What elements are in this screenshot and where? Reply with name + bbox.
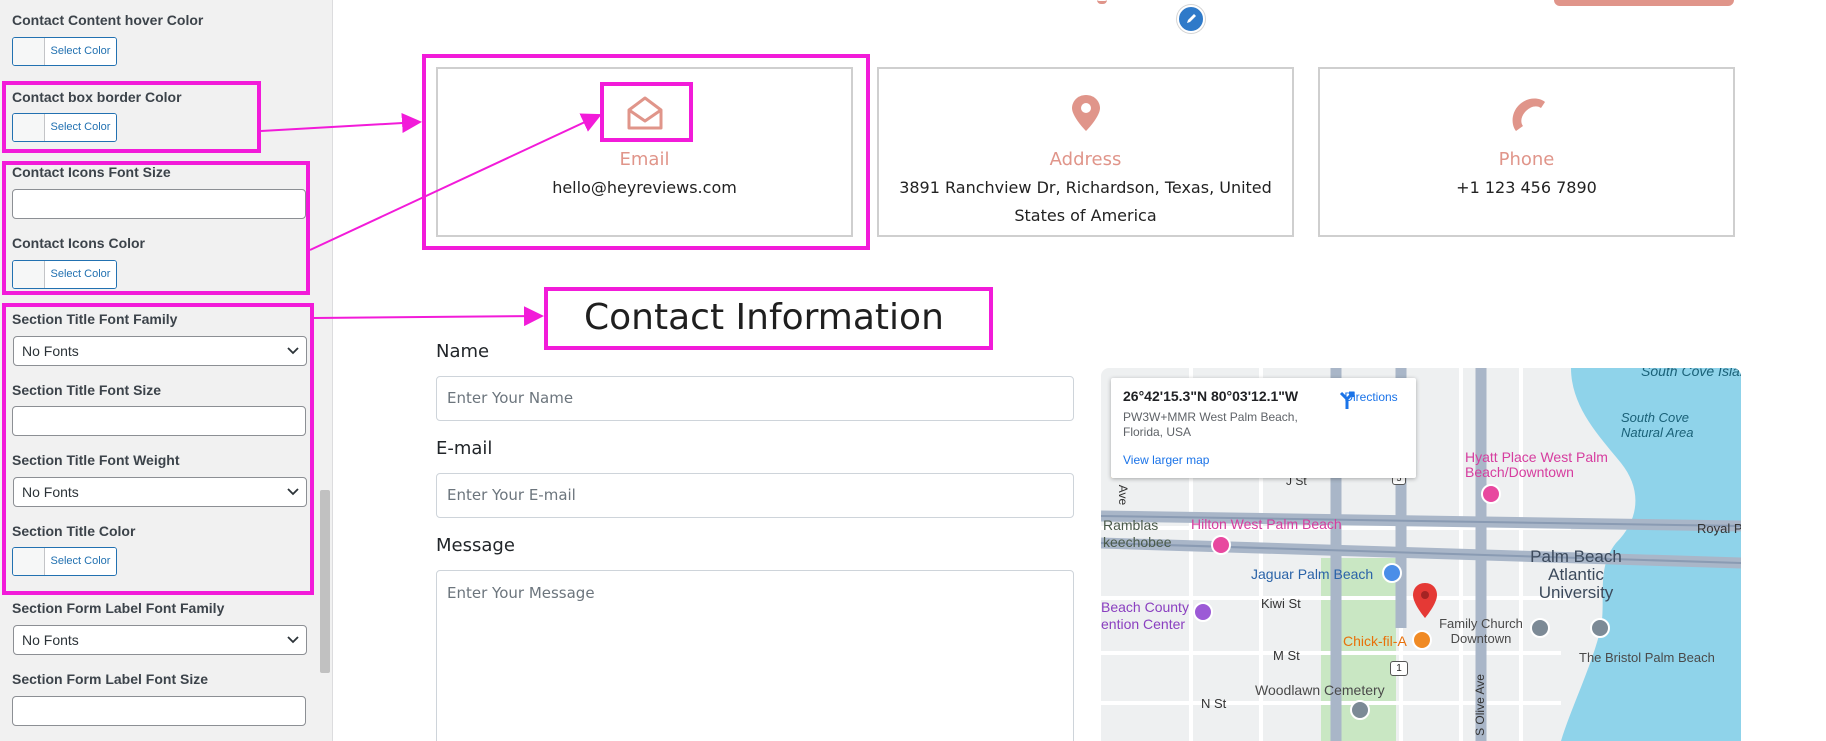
select-value: No Fonts [22, 632, 79, 648]
header-button-fragment[interactable] [1554, 0, 1734, 6]
email-placeholder: Enter Your E-mail [447, 486, 576, 504]
map-label-hilton: Hilton West Palm Beach [1191, 516, 1342, 532]
map-label-jaguar: Jaguar Palm Beach [1251, 566, 1374, 582]
highlight-email-icon [600, 82, 693, 142]
highlight-box-border-setting [2, 81, 261, 153]
form-label-font-size-label: Section Form Label Font Size [12, 671, 209, 687]
contact-hover-color-button[interactable]: Select Color [12, 37, 117, 66]
highlight-section-title [544, 287, 993, 350]
card-value: +1 123 456 7890 [1456, 178, 1597, 197]
hotel-marker-icon [1481, 484, 1501, 504]
message-textarea[interactable]: Enter Your Message [436, 570, 1074, 741]
map-label-woodlawn: Woodlawn Cemetery [1255, 682, 1385, 698]
edit-pencil-button[interactable] [1177, 5, 1205, 33]
form-label-font-family-select[interactable]: No Fonts [13, 625, 307, 655]
location-pin-icon [1412, 583, 1438, 619]
map-label-royal: Royal P [1697, 521, 1741, 536]
phone-icon [1512, 98, 1545, 131]
map-label-olive: S Olive Ave [1472, 674, 1487, 736]
landmark-marker-icon [1590, 618, 1610, 638]
select-color-text: Select Color [45, 38, 116, 65]
pencil-icon [1187, 14, 1196, 23]
venue-marker-icon [1193, 602, 1213, 622]
route-shield: 1 [1390, 661, 1408, 676]
map-info-card: 26°42'15.3"N 80°03'12.1"W PW3W+MMR West … [1111, 378, 1416, 478]
hotel-marker-icon [1211, 535, 1231, 555]
map-label-hyatt: Hyatt Place West Palm Beach/Downtown [1465, 449, 1608, 480]
embedded-map[interactable]: South Cove Islands South Cove Natural Ar… [1101, 368, 1741, 741]
map-address: PW3W+MMR West Palm Beach, Florida, USA [1123, 410, 1298, 439]
contact-card-phone: Phone +1 123 456 7890 [1318, 67, 1735, 237]
name-label: Name [436, 341, 490, 362]
highlight-title-settings [2, 303, 314, 595]
card-title: Address [1049, 149, 1122, 170]
directions-button[interactable]: Directions [1336, 390, 1406, 430]
panel-scrollbar[interactable] [320, 490, 330, 673]
email-input[interactable]: Enter Your E-mail [436, 473, 1074, 518]
chevron-down-icon [287, 636, 299, 644]
arrow-title-to-heading [313, 306, 544, 327]
cemetery-marker-icon [1350, 700, 1370, 720]
church-marker-icon [1530, 618, 1550, 638]
contact-card-address: Address 3891 Ranchview Dr, Richardson, T… [877, 67, 1294, 237]
contact-hover-color-label: Contact Content hover Color [12, 12, 204, 28]
name-input[interactable]: Enter Your Name [436, 376, 1074, 421]
card-value: 3891 Ranchview Dr, Richardson, Texas, Un… [899, 178, 1272, 225]
card-title: Phone [1498, 149, 1555, 170]
highlight-icons-settings [2, 161, 310, 295]
view-larger-map-link[interactable]: View larger map [1123, 453, 1209, 467]
map-label-bristol: The Bristol Palm Beach [1579, 650, 1715, 665]
map-label-m-st: M St [1273, 648, 1300, 663]
message-label: Message [436, 535, 515, 556]
color-swatch [13, 38, 45, 65]
map-label-chick: Chick-fil-A [1343, 633, 1407, 649]
map-label-palm-beach-atlantic: Palm Beach Atlantic University [1530, 547, 1622, 602]
name-placeholder: Enter Your Name [447, 389, 574, 407]
map-label-ramblas: Ramblas [1103, 517, 1159, 533]
map-label-n-st: N St [1201, 696, 1227, 711]
form-label-font-family-label: Section Form Label Font Family [12, 600, 225, 616]
map-label-kiwi: Kiwi St [1261, 596, 1301, 611]
accent-fragment [1097, 0, 1107, 4]
map-label-okeechobee: keechobee [1103, 534, 1172, 550]
form-label-font-size-input[interactable] [12, 696, 306, 726]
message-placeholder: Enter Your Message [447, 584, 595, 602]
map-label-south-cove-islands: South Cove Islands [1641, 368, 1741, 379]
shop-marker-icon [1382, 563, 1402, 583]
map-pin-icon [1071, 95, 1100, 131]
map-coordinates: 26°42'15.3"N 80°03'12.1"W [1123, 388, 1299, 404]
map-label-ave: Ave [1116, 484, 1131, 506]
map-label-south-cove-natural: South Cove Natural Area [1621, 410, 1694, 440]
map-label-convention: ention Center [1101, 616, 1186, 632]
email-label: E-mail [436, 438, 493, 459]
map-label-family-church: Family Church Downtown [1439, 616, 1523, 646]
map-label-county: Beach County [1101, 599, 1189, 615]
restaurant-marker-icon [1412, 630, 1432, 650]
directions-icon [1339, 391, 1355, 409]
